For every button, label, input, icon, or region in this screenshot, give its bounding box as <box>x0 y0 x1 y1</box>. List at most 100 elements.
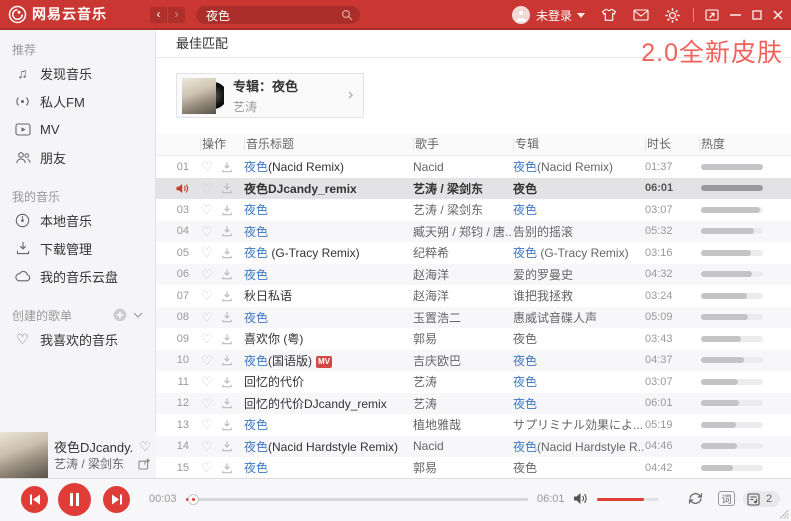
song-title[interactable]: 夜色(国语版)MV <box>244 352 413 369</box>
resize-grip[interactable] <box>779 509 789 519</box>
song-album[interactable]: サプリミナル効果によ... <box>513 416 645 433</box>
table-row[interactable]: 10♡夜色(国语版)MV吉庆欧巴夜色04:37 <box>156 350 791 372</box>
song-album[interactable]: 夜色 <box>513 459 645 476</box>
back-button[interactable]: ‹ <box>150 7 167 23</box>
song-album[interactable]: 夜色 <box>513 373 645 390</box>
song-title[interactable]: 夜色 <box>244 223 413 240</box>
song-artist[interactable]: 臧天朔 / 郑钧 / 唐... <box>413 223 513 240</box>
close-icon[interactable] <box>773 10 783 20</box>
song-album[interactable]: 夜色 <box>513 201 645 218</box>
table-row[interactable]: 12♡回忆的代价DJcandy_remix艺涛夜色06:01 <box>156 393 791 415</box>
download-icon[interactable] <box>221 440 233 452</box>
skin-icon[interactable] <box>601 8 617 22</box>
forward-button[interactable]: › <box>168 7 185 23</box>
download-icon[interactable] <box>221 161 233 173</box>
download-icon[interactable] <box>221 311 233 323</box>
favorite-icon[interactable]: ♡ <box>201 332 213 345</box>
favorite-icon[interactable]: ♡ <box>201 461 213 474</box>
song-artist[interactable]: 吉庆欧巴 <box>413 352 513 369</box>
song-artist[interactable]: 郭易 <box>413 330 513 347</box>
favorite-icon[interactable]: ♡ <box>201 160 213 173</box>
download-icon[interactable] <box>221 419 233 431</box>
favorite-icon[interactable]: ♡ <box>201 289 213 302</box>
nowplaying-heart-icon[interactable]: ♡ <box>139 440 151 453</box>
table-row[interactable]: 13♡夜色植地雅哉サプリミナル効果によ...05:19 <box>156 414 791 436</box>
table-row[interactable]: 03♡夜色艺涛 / 梁剑东夜色03:07 <box>156 199 791 221</box>
song-album[interactable]: 夜色 <box>513 352 645 369</box>
nowplaying-cover[interactable] <box>0 432 48 478</box>
song-title[interactable]: 夜色(Nacid Hardstyle Remix) <box>244 438 413 455</box>
song-artist[interactable]: 玉置浩二 <box>413 309 513 326</box>
download-icon[interactable] <box>221 354 233 366</box>
song-album[interactable]: 爱的罗曼史 <box>513 266 645 283</box>
nowplaying-title[interactable]: 夜色DJcandy... <box>54 437 132 456</box>
song-artist[interactable]: 艺涛 <box>413 395 513 412</box>
progress-bar[interactable] <box>186 498 528 501</box>
favorite-icon[interactable]: ♡ <box>201 225 213 238</box>
nowplaying-artist[interactable]: 艺涛 / 梁剑东 <box>54 455 124 472</box>
song-artist[interactable]: 艺涛 / 梁剑东 <box>413 201 513 218</box>
favorite-icon[interactable]: ♡ <box>201 268 213 281</box>
sidebar-item-friends[interactable]: 朋友 <box>0 143 155 171</box>
table-row[interactable]: ♡夜色DJcandy_remix艺涛 / 梁剑东夜色06:01 <box>156 178 791 200</box>
song-artist[interactable]: 纪粹希 <box>413 244 513 261</box>
search-input[interactable] <box>206 6 334 24</box>
app-logo[interactable]: 网易云音乐 <box>8 4 107 24</box>
album-match-card[interactable]: 专辑：夜色 艺涛 › <box>176 73 364 118</box>
download-icon[interactable] <box>221 397 233 409</box>
download-icon[interactable] <box>221 225 233 237</box>
song-artist[interactable]: 赵海洋 <box>413 287 513 304</box>
login-label[interactable]: 未登录 <box>536 7 572 24</box>
download-icon[interactable] <box>221 462 233 474</box>
login-caret-icon[interactable] <box>577 13 585 18</box>
table-row[interactable]: 07♡秋日私语赵海洋谁把我拯救03:24 <box>156 285 791 307</box>
progress-thumb[interactable] <box>188 494 199 505</box>
minimize-icon[interactable] <box>730 14 741 16</box>
table-row[interactable]: 15♡夜色郭易夜色04:42 <box>156 457 791 478</box>
song-title[interactable]: 夜色 (G-Tracy Remix) <box>244 244 413 261</box>
song-album[interactable]: 惠威试音碟人声 <box>513 309 645 326</box>
mv-badge[interactable]: MV <box>316 356 332 368</box>
song-album[interactable]: 夜色 (G-Tracy Remix) <box>513 244 645 261</box>
song-title[interactable]: 夜色 <box>244 266 413 283</box>
search-icon[interactable] <box>341 9 353 21</box>
song-artist[interactable]: 艺涛 / 梁剑东 <box>413 180 513 197</box>
sidebar-item-cloud-disk[interactable]: 我的音乐云盘 <box>0 262 155 290</box>
volume-icon[interactable] <box>573 492 588 505</box>
sidebar-item-discover[interactable]: ♫ 发现音乐 <box>0 59 155 87</box>
table-row[interactable]: 04♡夜色臧天朔 / 郑钧 / 唐...告别的摇滚05:32 <box>156 221 791 243</box>
song-album[interactable]: 夜色(Nacid Remix) <box>513 158 645 175</box>
search-box[interactable] <box>196 6 360 24</box>
table-row[interactable]: 06♡夜色赵海洋爱的罗曼史04:32 <box>156 264 791 286</box>
chevron-right-icon[interactable]: › <box>347 87 354 104</box>
song-title[interactable]: 夜色DJcandy_remix <box>244 180 413 197</box>
sidebar-item-download-manage[interactable]: 下载管理 <box>0 234 155 262</box>
table-row[interactable]: 05♡夜色 (G-Tracy Remix)纪粹希夜色 (G-Tracy Remi… <box>156 242 791 264</box>
song-album[interactable]: 夜色 <box>513 330 645 347</box>
song-artist[interactable]: 植地雅哉 <box>413 416 513 433</box>
maximize-icon[interactable] <box>752 10 762 20</box>
share-icon[interactable] <box>138 458 151 470</box>
download-icon[interactable] <box>221 290 233 302</box>
song-album[interactable]: 告别的摇滚 <box>513 223 645 240</box>
loop-mode-icon[interactable] <box>686 491 705 506</box>
table-row[interactable]: 11♡回忆的代价艺涛夜色03:07 <box>156 371 791 393</box>
song-title[interactable]: 夜色 <box>244 416 413 433</box>
avatar[interactable] <box>512 6 530 24</box>
previous-button[interactable] <box>21 486 48 513</box>
song-title[interactable]: 回忆的代价 <box>244 373 413 390</box>
song-album[interactable]: 夜色 <box>513 180 645 197</box>
download-icon[interactable] <box>221 333 233 345</box>
table-row[interactable]: 14♡夜色(Nacid Hardstyle Remix)Nacid夜色(Naci… <box>156 436 791 458</box>
volume-bar[interactable] <box>597 498 659 501</box>
favorite-icon[interactable]: ♡ <box>201 246 213 259</box>
favorite-icon[interactable]: ♡ <box>201 397 213 410</box>
playlist-button[interactable]: 2 <box>743 491 780 507</box>
favorite-icon[interactable]: ♡ <box>201 203 213 216</box>
sidebar-item-fm[interactable]: 私人FM <box>0 87 155 115</box>
download-icon[interactable] <box>221 204 233 216</box>
favorite-icon[interactable]: ♡ <box>201 375 213 388</box>
song-title[interactable]: 夜色 <box>244 459 413 476</box>
mail-icon[interactable] <box>633 9 649 21</box>
song-title[interactable]: 夜色 <box>244 201 413 218</box>
